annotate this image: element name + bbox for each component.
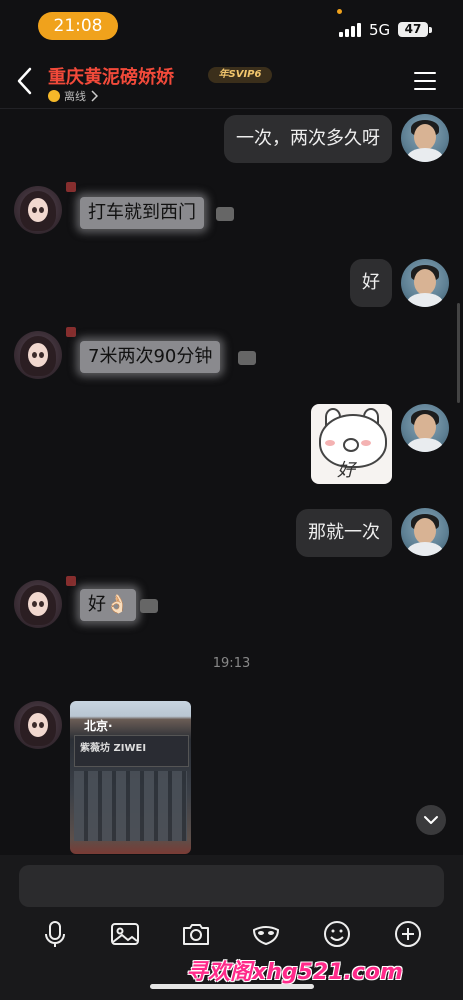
contact-avatar[interactable] — [14, 580, 62, 628]
battery-icon — [429, 27, 432, 33]
emoji-icon — [324, 921, 350, 947]
camera-button[interactable] — [180, 918, 212, 950]
photo-top-text: 北京· — [84, 719, 113, 733]
my-avatar[interactable] — [401, 114, 449, 162]
signal-icon — [339, 23, 363, 37]
bubble-decoration-icon — [66, 182, 76, 192]
message-bubble-received[interactable]: 7米两次90分钟 — [80, 341, 221, 373]
message-bubble-sent[interactable]: 一次，两次多久呀 — [224, 115, 392, 163]
message-bubble-sent[interactable]: 那就一次 — [296, 509, 392, 557]
watermark: 寻欢阁xhg521.com — [186, 960, 403, 985]
sticker-message[interactable]: 好 — [311, 404, 392, 484]
my-avatar[interactable] — [401, 404, 449, 452]
contact-status[interactable]: 离线 — [48, 88, 98, 104]
status-time: 21:08 — [38, 12, 118, 40]
my-avatar[interactable] — [401, 259, 449, 307]
header-divider — [0, 108, 463, 109]
message-bubble-received[interactable]: 好👌🏻 — [80, 589, 137, 621]
vip-badge[interactable]: 年SVIP6 — [208, 67, 272, 83]
chat-title[interactable]: 重庆黄泥磅娇娇 — [48, 63, 174, 89]
mask-button[interactable] — [250, 918, 282, 950]
plus-icon — [395, 921, 421, 947]
camera-icon — [183, 924, 209, 945]
photo-message[interactable]: 北京· 紫薇坊 ZIWEI — [70, 701, 191, 854]
bubble-cup-icon — [140, 599, 158, 613]
menu-button[interactable] — [414, 72, 438, 92]
message-bubble-received[interactable]: 打车就到西门 — [80, 197, 204, 229]
more-button[interactable] — [392, 918, 424, 950]
photo-sign-text: 紫薇坊 ZIWEI — [80, 743, 147, 754]
status-text: 离线 — [64, 90, 86, 103]
message-bubble-sent[interactable]: 好 — [350, 259, 392, 307]
voice-button[interactable] — [39, 918, 71, 950]
scroll-to-bottom-button[interactable] — [416, 805, 446, 835]
message-input[interactable] — [19, 865, 444, 907]
sticker-text: 好 — [337, 460, 355, 481]
bubble-decoration-icon — [66, 576, 76, 586]
contact-avatar[interactable] — [14, 331, 62, 379]
activity-dot — [337, 9, 342, 14]
image-icon — [111, 923, 139, 945]
bubble-cup-icon — [238, 351, 256, 365]
my-avatar[interactable] — [401, 508, 449, 556]
bubble-cup-icon — [216, 207, 234, 221]
scrollbar[interactable] — [457, 303, 460, 403]
network-type: 5G — [369, 21, 391, 39]
home-indicator[interactable] — [150, 984, 314, 989]
chevron-right-icon — [91, 90, 98, 102]
image-button[interactable] — [109, 918, 141, 950]
message-timestamp: 19:13 — [212, 656, 251, 671]
battery-level: 47 — [398, 22, 428, 37]
back-button[interactable] — [12, 64, 40, 98]
contact-avatar[interactable] — [14, 701, 62, 749]
status-emoji-icon — [48, 90, 60, 102]
chevron-down-icon — [424, 816, 438, 824]
bubble-decoration-icon — [66, 327, 76, 337]
emoji-button[interactable] — [321, 918, 353, 950]
microphone-icon — [45, 921, 65, 947]
chevron-left-icon — [17, 67, 32, 95]
mask-icon — [252, 926, 280, 946]
contact-avatar[interactable] — [14, 186, 62, 234]
